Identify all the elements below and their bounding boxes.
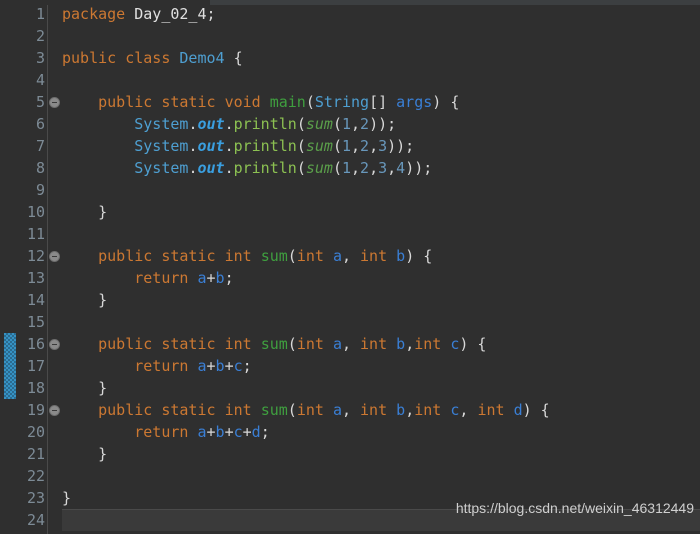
change-marker[interactable] <box>4 333 16 399</box>
code-line[interactable]: System.out.println(sum(1,2)); <box>62 113 396 135</box>
code-line[interactable]: package Day_02_4; <box>62 3 216 25</box>
line-number: 24 <box>26 511 45 529</box>
code-line[interactable]: public static int sum(int a, int b) { <box>62 245 432 267</box>
code-editor-screenshot: 1 2 3 4 5 6 7 8 9 10 11 12 13 14 15 16 17 18 19 20 21 22 23 24 … <box>0 0 700 534</box>
line-number: 16 <box>26 335 45 353</box>
line-number: 18 <box>26 379 45 397</box>
line-number: 8 <box>35 159 45 177</box>
code-line[interactable]: } <box>62 201 107 223</box>
line-number: 11 <box>26 225 45 243</box>
code-line[interactable]: } <box>62 377 107 399</box>
code-line[interactable]: return a+b+c+d; <box>62 421 269 443</box>
line-number: 19 <box>26 401 45 419</box>
code-line[interactable]: System.out.println(sum(1,2,3)); <box>62 135 414 157</box>
line-number: 20 <box>26 423 45 441</box>
line-number: 14 <box>26 291 45 309</box>
line-number-gutter[interactable]: 1 2 3 4 5 6 7 8 9 10 11 12 13 14 15 16 17 18 19 20 21 22 23 24 <box>17 5 48 534</box>
fold-collapse-icon[interactable] <box>49 339 60 350</box>
code-line[interactable]: System.out.println(sum(1,2,3,4)); <box>62 157 432 179</box>
line-number: 6 <box>35 115 45 133</box>
line-number: 13 <box>26 269 45 287</box>
line-number: 7 <box>35 137 45 155</box>
code-line[interactable]: public class Demo4 { <box>62 47 243 69</box>
line-number: 2 <box>35 27 45 45</box>
fold-collapse-icon[interactable] <box>49 251 60 262</box>
fold-collapse-icon[interactable] <box>49 97 60 108</box>
watermark-url: https://blog.csdn.net/weixin_46312449 <box>455 500 694 516</box>
line-number: 1 <box>35 5 45 23</box>
line-number: 23 <box>26 489 45 507</box>
fold-marker-column[interactable] <box>48 5 62 534</box>
line-number: 5 <box>35 93 45 111</box>
code-surface[interactable]: package Day_02_4;public class Demo4 { pu… <box>62 5 700 534</box>
code-line[interactable]: } <box>62 443 107 465</box>
line-number: 3 <box>35 49 45 67</box>
line-number: 12 <box>26 247 45 265</box>
code-line[interactable]: public static int sum(int a, int b,int c… <box>62 333 486 355</box>
line-number: 17 <box>26 357 45 375</box>
line-number: 4 <box>35 71 45 89</box>
editor-body: 1 2 3 4 5 6 7 8 9 10 11 12 13 14 15 16 17 18 19 20 21 22 23 24 … <box>0 5 700 534</box>
code-line[interactable]: } <box>62 487 71 509</box>
fold-collapse-icon[interactable] <box>49 405 60 416</box>
code-line[interactable]: return a+b; <box>62 267 233 289</box>
code-line[interactable]: return a+b+c; <box>62 355 251 377</box>
change-marker-column <box>0 5 18 534</box>
line-number: 21 <box>26 445 45 463</box>
code-line[interactable]: public static int sum(int a, int b,int c… <box>62 399 550 421</box>
line-number: 22 <box>26 467 45 485</box>
code-line[interactable]: } <box>62 289 107 311</box>
line-number: 15 <box>26 313 45 331</box>
code-line[interactable]: public static void main(String[] args) { <box>62 91 459 113</box>
line-number: 9 <box>35 181 45 199</box>
line-number: 10 <box>26 203 45 221</box>
